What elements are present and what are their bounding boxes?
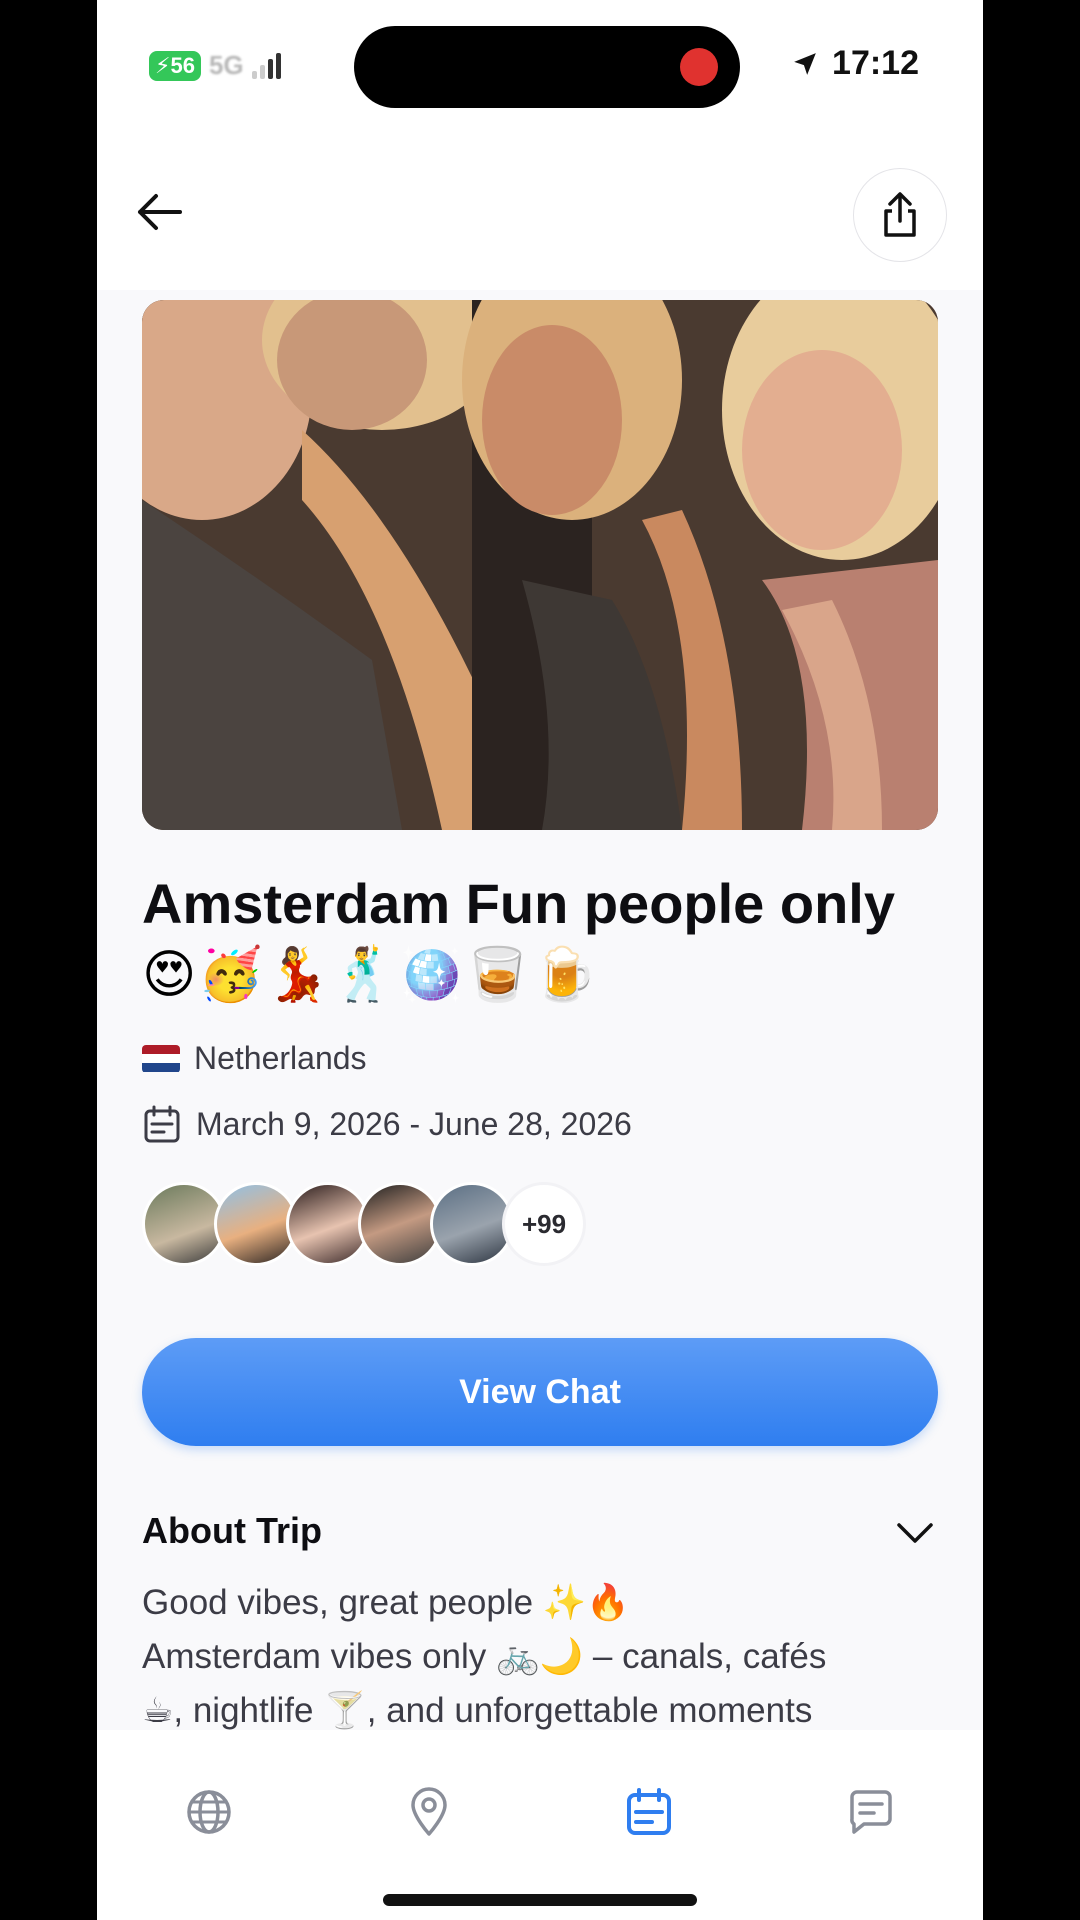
chevron-down-icon[interactable] [895,1516,935,1550]
about-trip-text: Good vibes, great people ✨🔥 Amsterdam vi… [142,1576,952,1738]
country-row: Netherlands [142,1040,367,1077]
top-header [97,130,983,290]
status-left: ⚡56 5G [149,50,281,81]
country-name: Netherlands [194,1040,367,1076]
calendar-icon [627,1788,671,1835]
arrow-left-icon [138,194,182,230]
recording-indicator [680,48,718,86]
about-line: Amsterdam vibes only 🚲🌙 – canals, cafés [142,1637,827,1676]
trip-title: Amsterdam Fun people only [142,872,895,935]
home-indicator[interactable] [383,1894,697,1906]
dynamic-island [354,26,740,108]
share-icon [884,192,916,237]
nav-trips[interactable] [617,1780,681,1844]
trip-dates: March 9, 2026 - June 28, 2026 [196,1105,632,1142]
about-trip-heading[interactable]: About Trip [142,1510,322,1552]
location-arrow-icon [794,52,816,75]
network-type: 5G [208,50,244,80]
chat-bubble-icon [850,1790,892,1834]
nav-places[interactable] [397,1780,461,1844]
bottom-navigation [97,1730,983,1920]
members-avatars[interactable]: +99 [142,1182,586,1266]
about-line: Good vibes, great people ✨🔥 [142,1583,630,1622]
calendar-icon [144,1105,180,1143]
back-button[interactable] [133,190,185,234]
trip-detail-screen: ⚡56 5G 17:12 Amsterdam Fun people only 😍… [97,0,983,1920]
more-members-badge: +99 [502,1182,586,1266]
status-bar: ⚡56 5G 17:12 [97,0,983,130]
dates-row: March 9, 2026 - June 28, 2026 [142,1104,632,1144]
share-button[interactable] [853,168,947,262]
view-chat-button[interactable]: View Chat [142,1338,938,1446]
trip-cover-photo [142,300,938,830]
status-right: 17:12 [792,44,919,83]
nav-chats[interactable] [839,1780,903,1844]
battery-indicator: ⚡56 [149,50,201,81]
netherlands-flag-icon [142,1044,180,1073]
signal-icon [251,52,281,79]
battery-level: 56 [170,52,195,78]
trip-emojis: 😍🥳💃🕺🪩🥃🍺 [142,945,599,1005]
cover-photo-illustration [142,300,938,830]
clock: 17:12 [832,44,919,82]
nav-explore[interactable] [177,1780,241,1844]
globe-icon [187,1790,231,1834]
location-pin-icon [411,1787,447,1836]
